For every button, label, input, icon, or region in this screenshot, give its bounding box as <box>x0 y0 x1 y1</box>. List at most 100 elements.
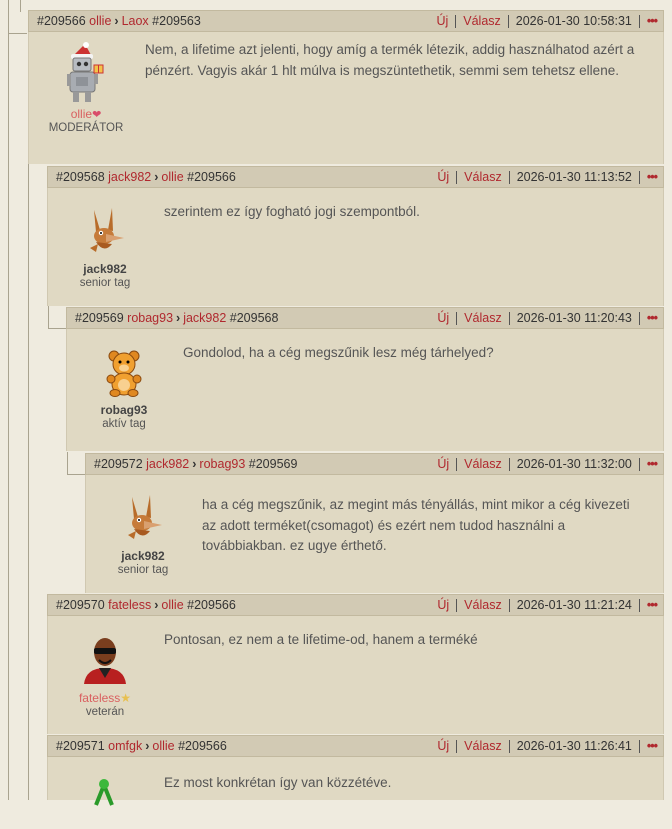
thread-connector <box>8 0 27 34</box>
more-menu-button[interactable]: ••• <box>647 457 658 471</box>
timestamp: 2026-01-30 11:26:41 <box>516 738 632 753</box>
user-rank: aktív tag <box>102 418 146 430</box>
post-id: #209569 <box>75 311 124 325</box>
post-text: Ez most konkrétan így van közzétéve. <box>164 775 392 790</box>
post-header: #209568 jack982 › ollie #209566 Új Válasz 20… <box>47 166 664 188</box>
more-menu-button[interactable]: ••• <box>647 14 658 28</box>
user-info: fateless★ veterán <box>52 634 158 718</box>
reply-to-id: #209563 <box>152 14 201 28</box>
robot-santa-avatar <box>63 42 109 102</box>
timestamp: 2026-01-30 10:58:31 <box>515 13 632 28</box>
post-id: #209566 <box>37 14 86 28</box>
post-text: szerintem ez így fogható jogi szempontbó… <box>164 204 420 219</box>
post-id: #209572 <box>94 457 143 471</box>
more-menu-button[interactable]: ••• <box>647 739 658 753</box>
author-link[interactable]: ollie <box>89 14 111 28</box>
heart-icon: ❤ <box>92 109 102 121</box>
reply-arrow-icon: › <box>154 170 159 184</box>
rabbit-avatar <box>120 495 166 547</box>
timestamp: 2026-01-30 11:32:00 <box>516 456 632 471</box>
user-name[interactable]: jack982 <box>52 262 158 276</box>
user-name[interactable]: jack982 <box>90 549 196 563</box>
post-header: #209569 robag93 › jack982 #209568 Új Válasz… <box>66 307 664 329</box>
new-button[interactable]: Új <box>437 170 449 184</box>
post-body: jack982 senior tag ha a cég megszűnik, a… <box>85 475 664 593</box>
user-name[interactable]: ollie <box>71 107 92 121</box>
more-menu-button[interactable]: ••• <box>647 598 658 612</box>
new-button[interactable]: Új <box>437 311 449 325</box>
reply-button[interactable]: Válasz <box>464 739 502 753</box>
reply-to-id: #209566 <box>178 739 227 753</box>
post: #209570 fateless › ollie #209566 Új Válasz 2… <box>47 594 664 734</box>
more-menu-button[interactable]: ••• <box>647 311 658 325</box>
user-name[interactable]: robag93 <box>71 403 177 417</box>
reply-arrow-icon: › <box>154 598 159 612</box>
user-rank: senior tag <box>79 277 131 289</box>
post-body: fateless★ veterán Pontosan, ez nem a te … <box>47 616 664 734</box>
new-button[interactable]: Új <box>436 14 448 28</box>
post: #209569 robag93 › jack982 #209568 Új Válasz… <box>66 307 664 451</box>
reply-to-id: #209569 <box>248 457 298 471</box>
timestamp: 2026-01-30 11:13:52 <box>516 169 632 184</box>
post-id: #209568 <box>56 170 105 184</box>
thread-connector <box>48 306 67 329</box>
reply-to-id: #209566 <box>187 598 236 612</box>
man-sunglasses-avatar <box>82 634 128 686</box>
more-menu-button[interactable]: ••• <box>647 170 658 184</box>
post-header: #209571 omfgk › ollie #209566 Új Válasz 2026… <box>47 735 664 757</box>
post-header: #209570 fateless › ollie #209566 Új Válasz 2… <box>47 594 664 616</box>
post-body: robag93 aktív tag Gondolod, ha a cég meg… <box>66 329 664 451</box>
user-info <box>52 777 158 829</box>
post-text: Gondolod, ha a cég megszűnik lesz még tá… <box>183 345 494 360</box>
teddy-bear-avatar <box>101 349 147 401</box>
reply-to-id: #209566 <box>187 170 236 184</box>
post-header: #209566 ollie › Laox #209563 Új Válasz 2026-… <box>28 10 664 32</box>
green-figure-avatar <box>82 777 128 829</box>
rabbit-avatar <box>82 208 128 260</box>
reply-arrow-icon: › <box>145 739 150 753</box>
post-text: Nem, a lifetime azt jelenti, hogy amíg a… <box>145 42 635 78</box>
user-info: ollie❤ MODERÁTOR <box>33 42 139 134</box>
reply-button[interactable]: Válasz <box>464 311 502 325</box>
new-button[interactable]: Új <box>437 739 449 753</box>
user-info: robag93 aktív tag <box>71 349 177 430</box>
user-info: jack982 senior tag <box>90 495 196 576</box>
new-button[interactable]: Új <box>437 598 449 612</box>
reply-to-link[interactable]: ollie <box>161 170 183 184</box>
thread-line <box>28 164 29 800</box>
post-id: #209570 <box>56 598 105 612</box>
reply-to-link[interactable]: Laox <box>122 14 149 28</box>
user-info: jack982 senior tag <box>52 208 158 289</box>
reply-to-link[interactable]: jack982 <box>183 311 226 325</box>
post-id: #209571 <box>56 739 105 753</box>
reply-to-link[interactable]: ollie <box>152 739 174 753</box>
user-rank: senior tag <box>117 564 169 576</box>
reply-arrow-icon: › <box>114 14 119 28</box>
reply-button[interactable]: Válasz <box>464 598 502 612</box>
reply-button[interactable]: Válasz <box>464 457 502 471</box>
post-body: ollie❤ MODERÁTOR Nem, a lifetime azt jel… <box>28 32 664 164</box>
reply-arrow-icon: › <box>176 311 181 325</box>
post: #209571 omfgk › ollie #209566 Új Válasz 2026… <box>47 735 664 806</box>
author-link[interactable]: robag93 <box>127 311 173 325</box>
reply-button[interactable]: Válasz <box>464 170 502 184</box>
user-name[interactable]: fateless <box>79 691 120 705</box>
post-text: ha a cég megszűnik, az megint más tényál… <box>202 497 630 553</box>
reply-to-link[interactable]: ollie <box>161 598 183 612</box>
post: #209572 jack982 › robag93 #209569 Új Válasz… <box>85 453 664 593</box>
author-link[interactable]: jack982 <box>108 170 151 184</box>
timestamp: 2026-01-30 11:21:24 <box>516 597 632 612</box>
author-link[interactable]: omfgk <box>108 739 142 753</box>
reply-to-link[interactable]: robag93 <box>199 457 245 471</box>
author-link[interactable]: fateless <box>108 598 151 612</box>
new-button[interactable]: Új <box>437 457 449 471</box>
reply-to-id: #209568 <box>229 311 279 325</box>
reply-button[interactable]: Válasz <box>463 14 501 28</box>
star-icon: ★ <box>120 691 132 705</box>
author-link[interactable]: jack982 <box>146 457 189 471</box>
thread-connector <box>67 452 86 475</box>
post-text: Pontosan, ez nem a te lifetime-od, hanem… <box>164 632 478 647</box>
user-rank: MODERÁTOR <box>48 122 124 134</box>
timestamp: 2026-01-30 11:20:43 <box>516 310 632 325</box>
user-rank: veterán <box>85 706 125 718</box>
